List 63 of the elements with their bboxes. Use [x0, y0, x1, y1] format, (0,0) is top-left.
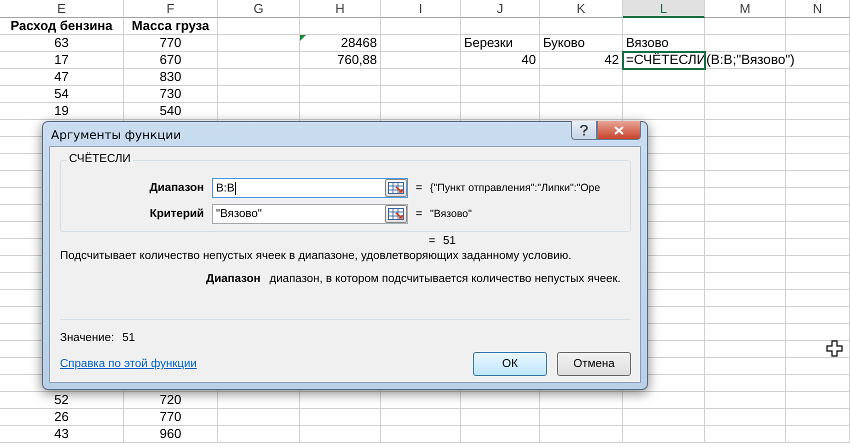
- table-cell: 52: [0, 392, 124, 409]
- table-cell: 830: [124, 69, 218, 86]
- argument-result: "Вязово": [430, 208, 472, 220]
- column-header[interactable]: G: [218, 0, 300, 18]
- table-cell: Буково: [540, 35, 623, 52]
- column-header[interactable]: I: [381, 0, 461, 18]
- table-cell: 730: [124, 86, 218, 103]
- table-cell: 670: [124, 52, 218, 69]
- table-cell: 28468: [300, 35, 381, 52]
- close-button[interactable]: [597, 121, 641, 140]
- ok-button[interactable]: ОК: [473, 352, 547, 376]
- function-description: Подсчитывает количество непустых ячеек в диапазоне, удовлетворяющих заданному условию.: [60, 250, 572, 262]
- column-header[interactable]: K: [540, 0, 623, 18]
- table-cell: 47: [0, 69, 124, 86]
- equals-sign: =: [414, 208, 424, 220]
- cancel-button[interactable]: Отмена: [557, 352, 631, 376]
- range-select-button[interactable]: [385, 179, 407, 197]
- table-cell: 19: [0, 103, 124, 120]
- function-name: СЧЁТЕСЛИ: [67, 153, 133, 165]
- table-cell: 760,88: [300, 52, 381, 69]
- argument-help-text: диапазон, в котором подсчитывается количество непустых ячеек.: [270, 273, 621, 285]
- argument-label: Диапазон: [148, 182, 205, 194]
- value-label: Значение:: [60, 332, 114, 344]
- table-cell: 17: [0, 52, 124, 69]
- range-select-icon: [388, 208, 404, 220]
- table-cell: 540: [124, 103, 218, 120]
- range-select-icon: [388, 182, 404, 194]
- argument-result: {"Пункт отправления":"Липки":"Оре: [430, 182, 600, 194]
- table-cell: 43: [0, 426, 124, 443]
- close-icon: [614, 126, 624, 134]
- table-cell: 54: [0, 86, 124, 103]
- table-cell: 40: [461, 52, 540, 69]
- formula-result: 51: [443, 235, 457, 247]
- dialog-title: Аргументы функции: [51, 128, 182, 142]
- column-header[interactable]: E: [0, 0, 124, 18]
- column-header[interactable]: M: [705, 0, 786, 18]
- argument-field[interactable]: B:B: [212, 178, 408, 198]
- help-link[interactable]: Справка по этой функции: [60, 358, 197, 370]
- column-header[interactable]: F: [124, 0, 218, 18]
- help-button[interactable]: [571, 121, 597, 140]
- table-cell: 770: [124, 35, 218, 52]
- help-icon: [580, 124, 588, 136]
- column-header[interactable]: H: [300, 0, 381, 18]
- table-cell: 720: [124, 392, 218, 409]
- table-cell: 63: [0, 35, 124, 52]
- table-cell: 26: [0, 409, 124, 426]
- table-cell: Масса груза: [124, 18, 218, 35]
- argument-help-name: Диапазон: [206, 273, 261, 285]
- table-cell: Расход бензина: [0, 18, 124, 35]
- equals-sign: =: [414, 182, 424, 194]
- table-cell: 960: [124, 426, 218, 443]
- argument-label: Критерий: [148, 208, 205, 220]
- value-text: 51: [122, 332, 135, 344]
- column-header[interactable]: N: [786, 0, 850, 18]
- table-cell: 770: [124, 409, 218, 426]
- move-cursor-icon: [826, 340, 843, 357]
- range-select-button[interactable]: [385, 205, 407, 223]
- equals-sign: =: [428, 235, 436, 247]
- argument-field[interactable]: "Вязово": [212, 204, 408, 224]
- column-header[interactable]: L: [623, 0, 705, 18]
- table-cell: Березки: [461, 35, 540, 52]
- table-cell: 42: [540, 52, 623, 69]
- column-header[interactable]: J: [461, 0, 540, 18]
